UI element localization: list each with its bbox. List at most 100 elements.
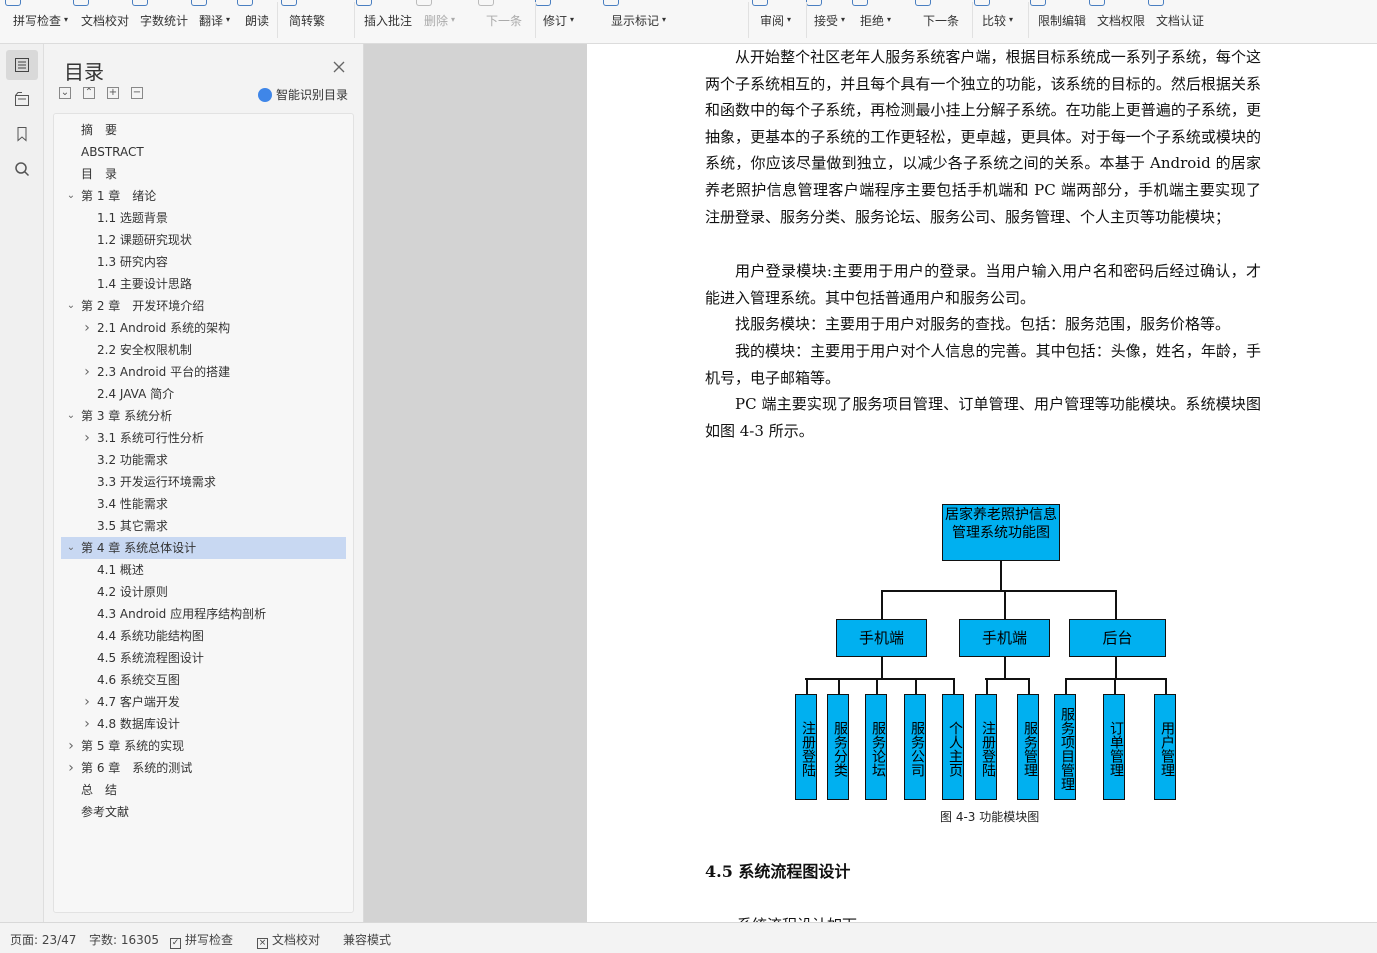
toc-item-label: 4.8 数据库设计 [97,717,180,731]
chevron-down-icon[interactable]: ⌄ [66,537,76,559]
toolbar-label: 审阅 [760,14,785,28]
diagram-leaf-node: 服务公司 [904,694,926,800]
toc-item[interactable]: 3.4 性能需求 [61,493,346,515]
toc-panel-icon[interactable] [6,50,38,80]
toc-item[interactable]: 4.3 Android 应用程序结构剖析 [61,603,346,625]
toc-item[interactable]: 3.2 功能需求 [61,449,346,471]
toolbar-label: 显示标记 [611,14,660,28]
toc-item-label: 4.5 系统流程图设计 [97,651,204,665]
chevron-right-icon[interactable]: › [82,713,92,735]
dropdown-caret-icon: ▾ [841,15,846,24]
remove-heading-icon[interactable]: − [131,87,143,99]
toc-item[interactable]: ABSTRACT [61,141,346,163]
toolbar-label: 插入批注 [364,14,413,28]
toc-item[interactable]: › 第 5 章 系统的实现 [61,735,346,757]
diagram-leaf-node: 注册登陆 [795,694,817,800]
toc-item[interactable]: 摘 要 [61,119,346,141]
connector-line [915,678,917,694]
connector-line [985,678,1029,680]
toolbar-label: 文档权限 [1097,14,1146,28]
toolbar-icon [5,0,21,6]
toc-item[interactable]: 3.3 开发运行环境需求 [61,471,346,493]
toc-item[interactable]: 4.5 系统流程图设计 [61,647,346,669]
chevron-right-icon[interactable]: › [82,691,92,713]
proofread-toggle[interactable]: × 文档校对 [257,931,320,949]
connector-line [953,678,955,694]
toolbar-icon [132,0,148,6]
close-icon[interactable] [332,60,346,74]
body-paragraph: 找服务模块：主要用于用户对服务的查找。包括：服务范围，服务价格等。 [735,315,1231,333]
connector-line [1004,590,1006,619]
spell-check-toggle[interactable]: ✓ 拼写检查 [170,931,233,949]
search-icon[interactable] [6,154,38,184]
toc-item-label: 1.4 主要设计思路 [97,277,192,291]
toc-item[interactable]: › 3.1 系统可行性分析 [61,427,346,449]
toc-item-label: 1.2 课题研究现状 [97,233,192,247]
body-paragraph: 系统流程设计如下 [737,914,857,922]
toc-item-label: 4.4 系统功能结构图 [97,629,204,643]
chevron-right-icon[interactable]: › [82,361,92,383]
expand-up-icon[interactable]: ⌃ [83,87,95,99]
toc-item[interactable]: 2.4 JAVA 简介 [61,383,346,405]
connector-line [1114,678,1116,694]
toc-item[interactable]: 参考文献 [61,801,346,823]
document-page[interactable]: 从开始整个社区老年人服务系统客户端，根据目标系统成一系列子系统，每个这两个子系统… [587,44,1377,922]
toc-item[interactable]: 3.5 其它需求 [61,515,346,537]
chevron-right-icon[interactable]: › [66,757,76,779]
toolbar-icon [1030,0,1046,6]
compat-mode: 兼容模式 [343,933,392,947]
word-count[interactable]: 字数: 16305 [89,931,159,948]
toc-item[interactable]: ⌄ 第 2 章 开发环境介绍 [61,295,346,317]
toc-item[interactable]: 4.1 概述 [61,559,346,581]
chevron-right-icon[interactable]: › [82,317,92,339]
toc-item[interactable]: 4.6 系统交互图 [61,669,346,691]
toc-item[interactable]: › 2.3 Android 平台的搭建 [61,361,346,383]
toolbar-icon [752,0,768,6]
add-heading-icon[interactable]: + [107,87,119,99]
diagram-leaf-node: 服务项目管理 [1054,694,1076,800]
chevron-down-icon[interactable]: ⌄ [66,295,76,317]
toolbar-icon [281,0,297,6]
connector-line [806,678,808,694]
toolbar-label: 删除 [424,14,449,28]
toolbar-separator [354,2,355,38]
toc-item[interactable]: 1.3 研究内容 [61,251,346,273]
bookmark-icon[interactable] [6,119,38,149]
toc-item-label: 4.1 概述 [97,563,144,577]
toc-item[interactable]: 1.4 主要设计思路 [61,273,346,295]
proofread-label: 文档校对 [272,933,321,947]
toc-item[interactable]: ⌄ 第 4 章 系统总体设计 [61,537,346,559]
toc-item[interactable]: 目 录 [61,163,346,185]
toc-item[interactable]: ⌄ 第 3 章 系统分析 [61,405,346,427]
toc-item-label: 1.3 研究内容 [97,255,168,269]
diagram-leaf-node: 服务分类 [827,694,849,800]
toc-item-label: 参考文献 [81,805,130,819]
toc-item[interactable]: 4.4 系统功能结构图 [61,625,346,647]
toolbar-separator [535,2,536,38]
chevron-right-icon[interactable]: › [66,735,76,757]
toc-item[interactable]: › 4.8 数据库设计 [61,713,346,735]
chevron-down-icon[interactable]: ⌄ [66,405,76,427]
chevron-right-icon[interactable]: › [82,427,92,449]
toc-item[interactable]: 总 结 [61,779,346,801]
collapse-all-icon[interactable]: ⌄ [59,87,71,99]
toc-item[interactable]: 2.2 安全权限机制 [61,339,346,361]
toc-item[interactable]: 1.2 课题研究现状 [61,229,346,251]
toc-item[interactable]: ⌄ 第 1 章 绪论 [61,185,346,207]
page-indicator[interactable]: 页面: 23/47 [10,931,76,948]
toc-item-label: 2.2 安全权限机制 [97,343,192,357]
toc-item[interactable]: › 第 6 章 系统的测试 [61,757,346,779]
toolbar-label: 拒绝 [860,14,885,28]
toc-item[interactable]: 1.1 选题背景 [61,207,346,229]
toc-item[interactable]: › 2.1 Android 系统的架构 [61,317,346,339]
connector-line [1000,561,1002,591]
toolbar-label: 字数统计 [140,14,189,28]
toc-item[interactable]: 4.2 设计原则 [61,581,346,603]
section-heading: 4.5 系统流程图设计 [705,862,851,881]
connector-line [1115,590,1117,619]
chapter-nav-icon[interactable] [6,84,38,114]
diagram-node-mobile: 手机端 [959,619,1050,657]
toc-item[interactable]: › 4.7 客户端开发 [61,691,346,713]
smart-toc-button[interactable]: 智能识别目录 [258,86,348,103]
chevron-down-icon[interactable]: ⌄ [66,185,76,207]
